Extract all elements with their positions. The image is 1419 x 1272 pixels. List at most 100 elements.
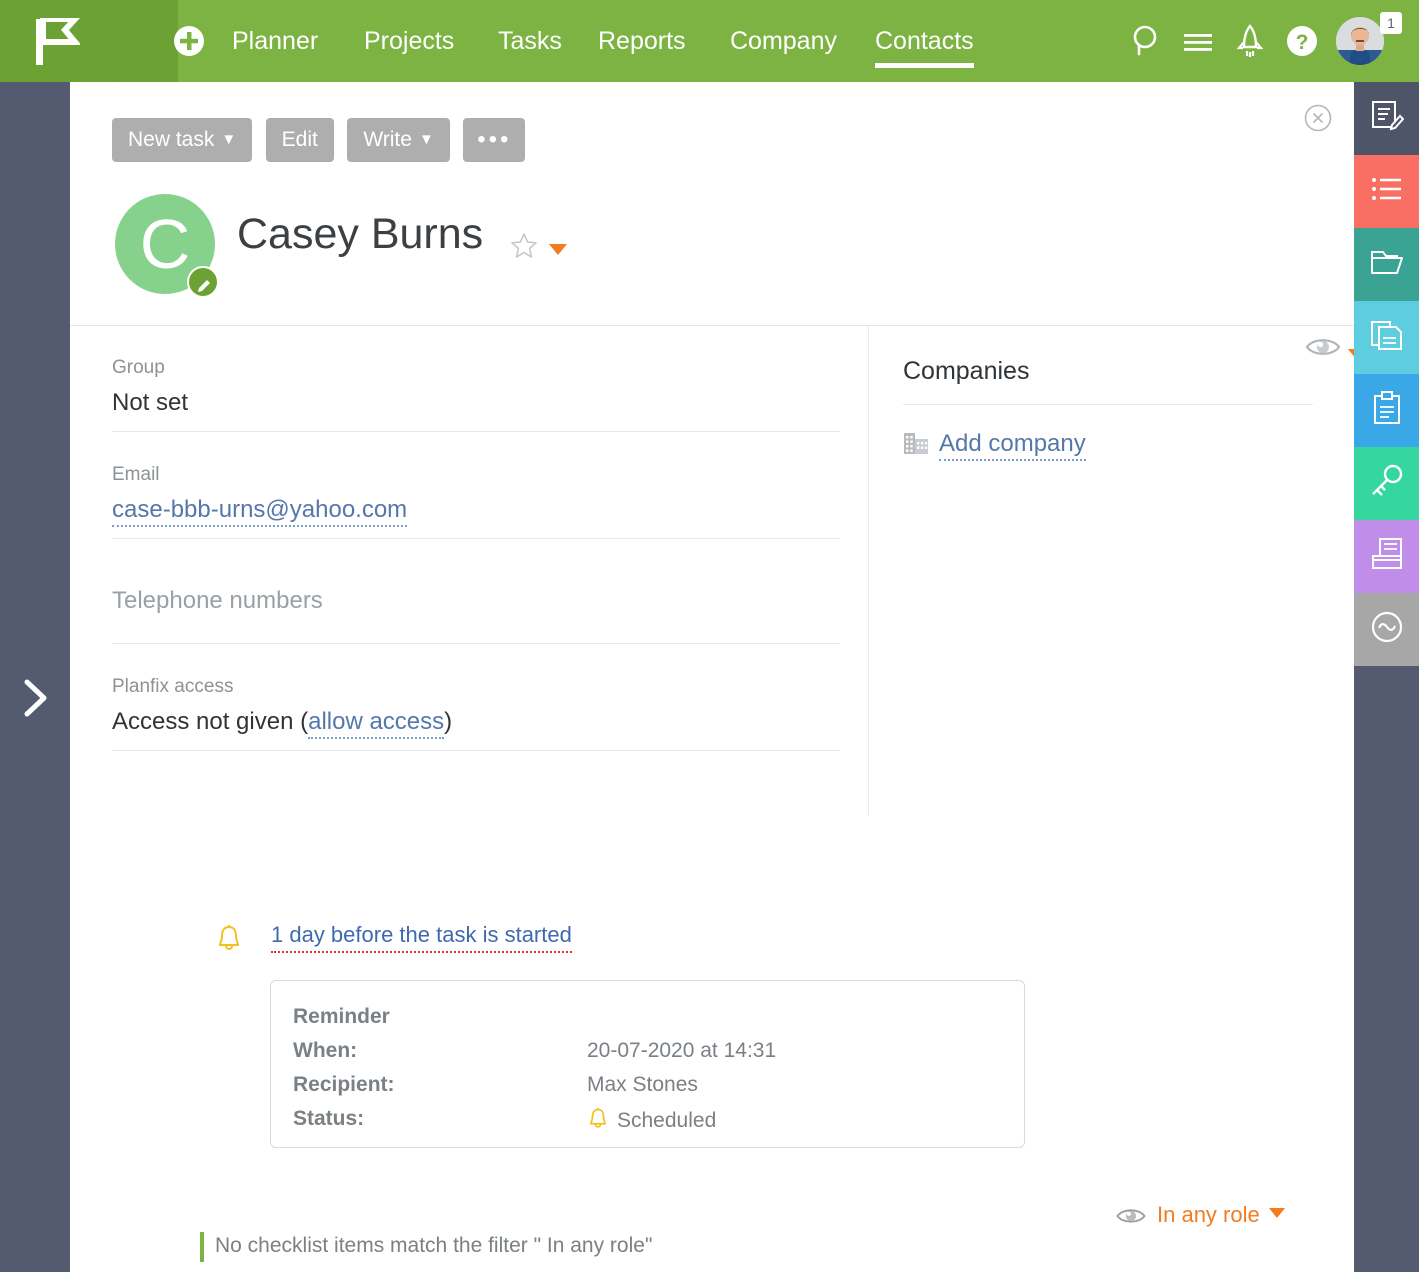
nav-item-company[interactable]: Company: [730, 0, 837, 82]
reminder-status-value: Scheduled: [617, 1109, 717, 1132]
building-icon: [903, 429, 929, 462]
sidebar-tile-list[interactable]: [1354, 155, 1419, 228]
reminder-recipient-value: Max Stones: [587, 1073, 698, 1096]
sidebar-tile-copy-docs[interactable]: [1354, 301, 1419, 374]
reminder-schedule-link[interactable]: 1 day before the task is started: [271, 922, 572, 953]
hamburger-menu-icon[interactable]: [1180, 23, 1216, 59]
empty-state-accent-bar: [200, 1232, 204, 1262]
contact-avatar[interactable]: C: [115, 194, 219, 298]
contact-detail-card: New task ▼ Edit Write ▼ ••• C Casey Burns: [70, 82, 1354, 1272]
write-button[interactable]: Write ▼: [347, 118, 450, 162]
reminder-title: Reminder: [293, 1005, 390, 1028]
planfix-flag-logo[interactable]: [34, 16, 82, 66]
user-avatar-button[interactable]: 1: [1336, 12, 1402, 65]
allow-access-link[interactable]: allow access: [308, 708, 445, 739]
tilde-circle-icon: [1371, 611, 1403, 643]
copy-docs-icon: [1371, 321, 1402, 350]
edit-label: Edit: [281, 128, 318, 151]
access-suffix: ): [444, 708, 453, 735]
field-label[interactable]: Telephone numbers: [112, 587, 840, 643]
sidebar-tile-tilde[interactable]: [1354, 593, 1419, 666]
ellipsis-icon: •••: [477, 126, 512, 153]
role-filter-dropdown[interactable]: In any role: [1115, 1202, 1285, 1233]
right-sidebar: [1354, 82, 1419, 1272]
nav-label: Company: [730, 27, 837, 55]
avatar-initial: C: [139, 205, 191, 283]
field-underline: [112, 643, 840, 644]
field-telephone-numbers: Telephone numbers: [112, 587, 840, 644]
field-value[interactable]: Not set: [112, 389, 840, 431]
new-task-button[interactable]: New task ▼: [112, 118, 253, 162]
write-label: Write: [363, 128, 412, 151]
nav-label: Contacts: [875, 27, 974, 55]
star-outline-icon[interactable]: [510, 232, 538, 260]
title-separator: [70, 325, 1354, 326]
help-question-icon[interactable]: ?: [1284, 23, 1320, 59]
field-underline: [112, 538, 840, 539]
title-dropdown-caret[interactable]: [549, 244, 567, 255]
reminder-when-label: When:: [293, 1039, 358, 1062]
checklist-empty-message: No checklist items match the filter " In…: [215, 1234, 653, 1257]
nav-item-planner[interactable]: Planner: [232, 0, 318, 82]
nav-item-tasks[interactable]: Tasks: [498, 0, 562, 82]
page-title: Casey Burns: [237, 210, 484, 258]
sidebar-tile-archive[interactable]: [1354, 520, 1419, 593]
key-icon: [1372, 464, 1403, 496]
close-icon[interactable]: [1304, 104, 1332, 132]
add-company-row[interactable]: Add company: [903, 429, 1313, 462]
visibility-dropdown-caret[interactable]: [1348, 349, 1354, 360]
plus-circle-icon[interactable]: [173, 25, 205, 57]
sidebar-tile-note-edit[interactable]: [1354, 82, 1419, 155]
svg-text:?: ?: [1296, 31, 1309, 54]
field-label: Group: [112, 357, 165, 378]
chevron-down-icon: ▼: [221, 131, 237, 148]
edit-button[interactable]: Edit: [265, 118, 334, 162]
reminder-status-row: Scheduled: [587, 1107, 716, 1137]
nav-item-contacts[interactable]: Contacts: [875, 0, 974, 82]
column-divider: [868, 325, 869, 815]
eye-icon: [1115, 1205, 1147, 1233]
checklist-section: In any role No checklist items match the…: [70, 1202, 1354, 1272]
companies-underline: [903, 404, 1313, 405]
email-link[interactable]: case-bbb-urns@yahoo.com: [112, 496, 408, 527]
pencil-icon[interactable]: [187, 266, 219, 298]
reminder-header: 1 day before the task is started: [215, 922, 1035, 962]
sidebar-tile-folder[interactable]: [1354, 228, 1419, 301]
avatar: [1336, 17, 1384, 65]
sidebar-tile-key[interactable]: [1354, 447, 1419, 520]
more-actions-button[interactable]: •••: [463, 118, 526, 162]
top-navigation-bar: Planner Projects Tasks Reports Company C…: [0, 0, 1419, 82]
field-label: Planfix access: [112, 676, 234, 697]
new-task-label: New task: [128, 128, 215, 151]
access-prefix: Access not given (: [112, 708, 309, 735]
field-underline: [112, 750, 840, 751]
archive-box-icon: [1372, 538, 1402, 569]
add-company-link[interactable]: Add company: [939, 430, 1086, 461]
rocket-icon[interactable]: [1232, 23, 1268, 59]
chevron-down-icon: [1268, 1208, 1285, 1218]
chevron-right-icon[interactable]: [18, 677, 52, 719]
folder-icon: [1371, 251, 1403, 274]
nav-item-reports[interactable]: Reports: [598, 0, 686, 82]
note-edit-icon: [1372, 101, 1404, 131]
role-filter-label: In any role: [1157, 1202, 1260, 1227]
reminder-details-card: Reminder When: 20-07-2020 at 14:31 Recip…: [270, 980, 1025, 1148]
field-planfix-access: Planfix access Access not given (allow a…: [112, 676, 840, 751]
nav-label: Projects: [364, 27, 455, 55]
reminder-recipient-label: Recipient:: [293, 1073, 395, 1096]
companies-heading: Companies: [903, 357, 1030, 385]
notification-count-badge[interactable]: 1: [1380, 12, 1402, 34]
nav-item-projects[interactable]: Projects: [364, 0, 454, 82]
field-label: Email: [112, 464, 160, 485]
contact-title-row: C Casey Burns: [115, 194, 1354, 360]
field-value: case-bbb-urns@yahoo.com: [112, 496, 840, 538]
sidebar-tile-clipboard[interactable]: [1354, 374, 1419, 447]
contact-fields-column: Group Not set Email case-bbb-urns@yahoo.…: [112, 357, 840, 751]
chevron-down-icon: ▼: [418, 131, 434, 148]
search-icon[interactable]: [1128, 23, 1164, 59]
bell-icon: [587, 1107, 609, 1137]
left-panel-expand-rail[interactable]: [0, 82, 70, 1272]
contact-toolbar: New task ▼ Edit Write ▼ •••: [112, 118, 534, 162]
field-email: Email case-bbb-urns@yahoo.com: [112, 464, 840, 539]
field-underline: [112, 431, 840, 432]
